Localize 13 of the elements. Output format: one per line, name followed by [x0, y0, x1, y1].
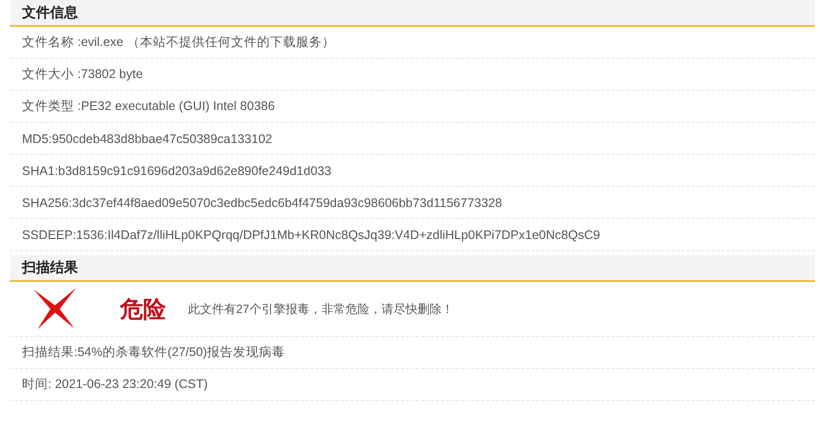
- info-text: SSDEEP:1536:Il4Daf7z/lliHLp0KPQrqq/DPfJ1Mb+KR0Nc8QsJq39:V4D+zdliHLp0KPi7DPx1e0Nc8QsC9: [22, 228, 600, 242]
- info-text: SHA256:3dc37ef44f8aed09e5070c3edbc5edc6b4f4759da93c98606bb73d1156773328: [22, 196, 502, 210]
- info-text: SHA1:b3d8159c91c91696d203a9d62e890fe249d1d033: [22, 164, 332, 178]
- section-title: 文件信息: [22, 4, 78, 22]
- info-text: 文件名称 :evil.exe （本站不提供任何文件的下载服务）: [22, 34, 335, 51]
- info-text: 文件大小 :73802 byte: [22, 66, 143, 83]
- info-text: MD5:950cdeb483d8bbae47c50389ca133102: [22, 132, 272, 146]
- info-text: 文件类型 :PE32 executable (GUI) Intel 80386: [22, 98, 275, 115]
- section-title: 扫描结果: [22, 258, 78, 276]
- verdict-label: 危险: [120, 294, 166, 324]
- info-text: 时间: 2021-06-23 23:20:49 (CST): [22, 376, 208, 393]
- verdict-message: 此文件有27个引擎报毒，非常危险，请尽快删除！: [188, 300, 454, 318]
- info-text: 扫描结果:54%的杀毒软件(27/50)报告发现病毒: [22, 344, 286, 361]
